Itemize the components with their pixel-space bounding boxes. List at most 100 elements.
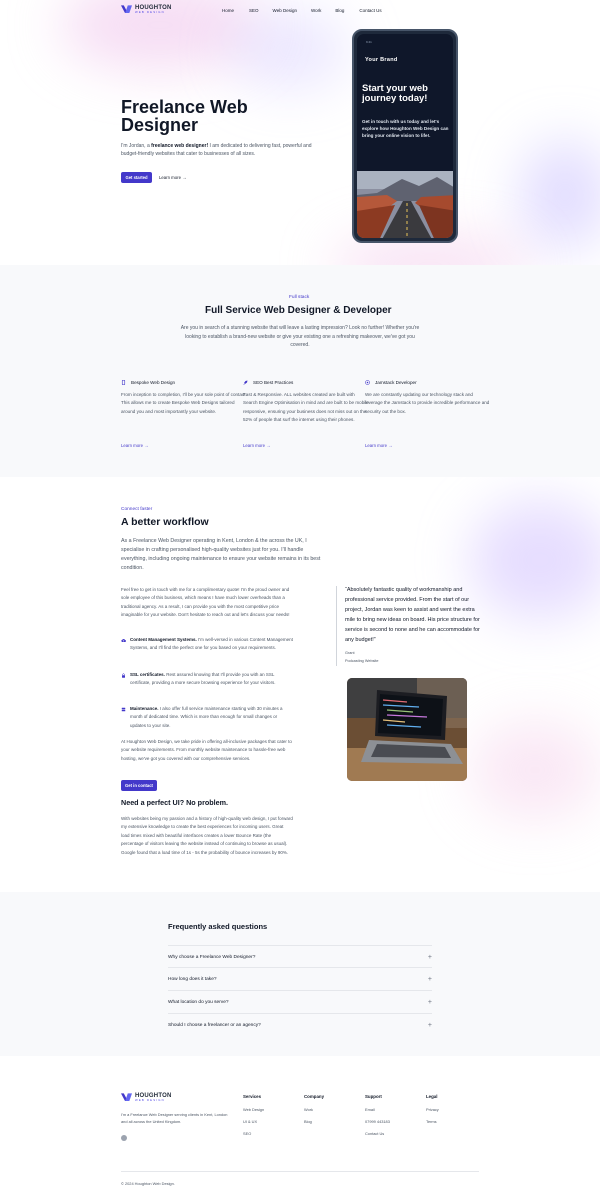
plus-icon: + bbox=[427, 998, 432, 1006]
background-glow bbox=[230, 10, 350, 90]
footer-col-services: Services Web Design UI & UX SEO bbox=[243, 1094, 264, 1144]
rocket-icon bbox=[243, 380, 248, 385]
faq-question: Should I choose a freelancer or an agenc… bbox=[168, 1022, 261, 1028]
get-in-contact-button[interactable]: Get in contact bbox=[121, 780, 157, 791]
footer-brand-tagline: WEB DESIGN bbox=[135, 1098, 165, 1102]
service-card-seo: SEO Best Practices Fast & Responsive. AL… bbox=[243, 380, 369, 424]
bespoke-learn-more-link[interactable]: Learn more → bbox=[121, 443, 148, 448]
faq-title: Frequently asked questions bbox=[168, 922, 268, 931]
brand-tagline: WEB DESIGN bbox=[135, 10, 165, 14]
logo-mark-icon bbox=[121, 1093, 132, 1102]
hero-title: Freelance Web Designer bbox=[121, 97, 248, 135]
workflow-paragraph: Feel free to get in touch with me for a … bbox=[121, 587, 290, 618]
workflow-title: A better workflow bbox=[121, 516, 209, 528]
lock-icon bbox=[122, 673, 125, 678]
facebook-icon[interactable] bbox=[121, 1135, 127, 1141]
footer-col-company: Company Work Blog bbox=[304, 1094, 324, 1131]
footer-col-legal: Legal Privacy Terms bbox=[426, 1094, 439, 1131]
footer-link[interactable]: UI & UX bbox=[243, 1119, 264, 1124]
background-glow bbox=[470, 720, 600, 820]
feature-title: Maintenance. bbox=[130, 706, 159, 711]
footer-divider bbox=[121, 1171, 479, 1172]
testimonial-quote: “Absolutely fantastic quality of workman… bbox=[345, 587, 480, 643]
mobile-icon bbox=[121, 380, 126, 385]
nav-contact-us[interactable]: Contact Us bbox=[359, 8, 381, 13]
service-card-body: Fast & Responsive. ALL websites created … bbox=[243, 392, 369, 422]
footer-link[interactable]: Privacy bbox=[426, 1107, 439, 1112]
sparkle-icon bbox=[365, 380, 370, 385]
footer-link[interactable]: Blog bbox=[304, 1119, 324, 1124]
service-card-title: Jamstack Developer bbox=[375, 380, 417, 385]
services-title: Full Service Web Designer & Developer bbox=[205, 305, 392, 316]
nav-blog[interactable]: Blog bbox=[335, 8, 344, 13]
services-description: Are you in search of a stunning website … bbox=[180, 325, 420, 349]
faq-item[interactable]: What location do you serve? + bbox=[168, 990, 432, 1013]
faq-item[interactable]: Why choose a Freelance Web Designer? + bbox=[168, 945, 432, 968]
footer-link[interactable]: SEO bbox=[243, 1131, 264, 1136]
feature-maintenance: Maintenance. I also offer full service m… bbox=[121, 705, 293, 730]
workflow-paragraph-2: At Houghton Web Design, we take pride in… bbox=[121, 739, 292, 761]
footer-col-support: Support Email 07999 443183 Contact Us bbox=[365, 1094, 390, 1144]
footer-link[interactable]: 07999 443183 bbox=[365, 1119, 390, 1124]
seo-learn-more-link[interactable]: Learn more → bbox=[243, 443, 270, 448]
logo-mark-icon bbox=[121, 5, 132, 14]
service-card-body: We are constantly updating our technolog… bbox=[365, 392, 490, 414]
hero-learn-more-link[interactable]: Learn more → bbox=[159, 175, 186, 180]
feature-ssl: SSL certificates. Rest assured knowing t… bbox=[121, 671, 293, 688]
footer-link[interactable]: Work bbox=[304, 1107, 324, 1112]
server-icon bbox=[121, 707, 126, 712]
footer-col-title: Services bbox=[243, 1094, 262, 1099]
footer-col-title: Company bbox=[304, 1094, 325, 1099]
footer-link[interactable]: Email bbox=[365, 1107, 390, 1112]
site-header: HOUGHTON WEB DESIGN Home SEO Web Design … bbox=[0, 0, 600, 22]
service-card-body: From inception to completion, I'll be yo… bbox=[121, 392, 247, 414]
nav-seo[interactable]: SEO bbox=[249, 8, 259, 13]
plus-icon: + bbox=[427, 953, 432, 961]
nav-home[interactable]: Home bbox=[222, 8, 234, 13]
phone-screen: 9:41 Your Brand Start your web journey t… bbox=[357, 34, 453, 238]
plus-icon: + bbox=[427, 975, 432, 983]
footer-col-title: Support bbox=[365, 1094, 382, 1099]
copyright: © 2024 Houghton Web Design. bbox=[121, 1181, 175, 1186]
brand-logo[interactable]: HOUGHTON WEB DESIGN bbox=[121, 5, 172, 14]
cloud-upload-icon bbox=[121, 638, 126, 642]
workflow-lead: As a Freelance Web Designer operating in… bbox=[121, 538, 321, 571]
perfect-ui-title: Need a perfect UI? No problem. bbox=[121, 798, 229, 807]
hero-description: I'm Jordan, a freelance web designer! I … bbox=[121, 143, 312, 157]
testimonial-author: Grant bbox=[345, 651, 355, 655]
laptop-code-image bbox=[347, 678, 467, 781]
phone-body-text: Get in touch with us today and let's exp… bbox=[362, 119, 449, 138]
phone-brand: Your Brand bbox=[365, 57, 398, 63]
testimonial-role: Podcasting Website bbox=[345, 659, 379, 663]
footer-description: I'm a Freelance Web Designer serving cli… bbox=[121, 1112, 228, 1124]
service-card-bespoke: Bespoke Web Design From inception to com… bbox=[121, 380, 247, 416]
road-landscape-image bbox=[357, 171, 453, 238]
service-card-jamstack: Jamstack Developer We are constantly upd… bbox=[365, 380, 491, 416]
background-glow bbox=[520, 140, 600, 250]
footer-logo[interactable]: HOUGHTON WEB DESIGN bbox=[121, 1093, 172, 1102]
footer-col-title: Legal bbox=[426, 1094, 438, 1099]
feature-title: SSL certificates. bbox=[130, 672, 165, 677]
quote-divider bbox=[336, 586, 337, 666]
faq-item[interactable]: Should I choose a freelancer or an agenc… bbox=[168, 1013, 432, 1036]
phone-mockup: 9:41 Your Brand Start your web journey t… bbox=[352, 29, 458, 243]
workflow-eyebrow: Connect faster bbox=[121, 507, 153, 512]
footer-link[interactable]: Web Design bbox=[243, 1107, 264, 1112]
faq-item[interactable]: How long does it take? + bbox=[168, 967, 432, 990]
phone-status-time: 9:41 bbox=[366, 40, 372, 44]
service-card-title: SEO Best Practices bbox=[253, 380, 294, 385]
footer-link[interactable]: Terms bbox=[426, 1119, 439, 1124]
faq-question: How long does it take? bbox=[168, 976, 217, 982]
workflow-paragraph-3: With websites being my passion and a his… bbox=[121, 816, 293, 855]
nav-work[interactable]: Work bbox=[311, 8, 321, 13]
footer-link[interactable]: Contact Us bbox=[365, 1131, 390, 1136]
main-nav: Home SEO Web Design Work Blog Contact Us bbox=[222, 8, 382, 13]
service-card-title: Bespoke Web Design bbox=[131, 380, 176, 385]
nav-web-design[interactable]: Web Design bbox=[273, 8, 297, 13]
feature-cms: Content Management Systems. I'm well-ver… bbox=[121, 636, 293, 653]
jamstack-learn-more-link[interactable]: Learn more → bbox=[365, 443, 392, 448]
background-glow bbox=[470, 500, 600, 620]
faq-question: Why choose a Freelance Web Designer? bbox=[168, 954, 256, 960]
feature-title: Content Management Systems. bbox=[130, 637, 197, 642]
get-started-button[interactable]: Get started bbox=[121, 172, 152, 183]
